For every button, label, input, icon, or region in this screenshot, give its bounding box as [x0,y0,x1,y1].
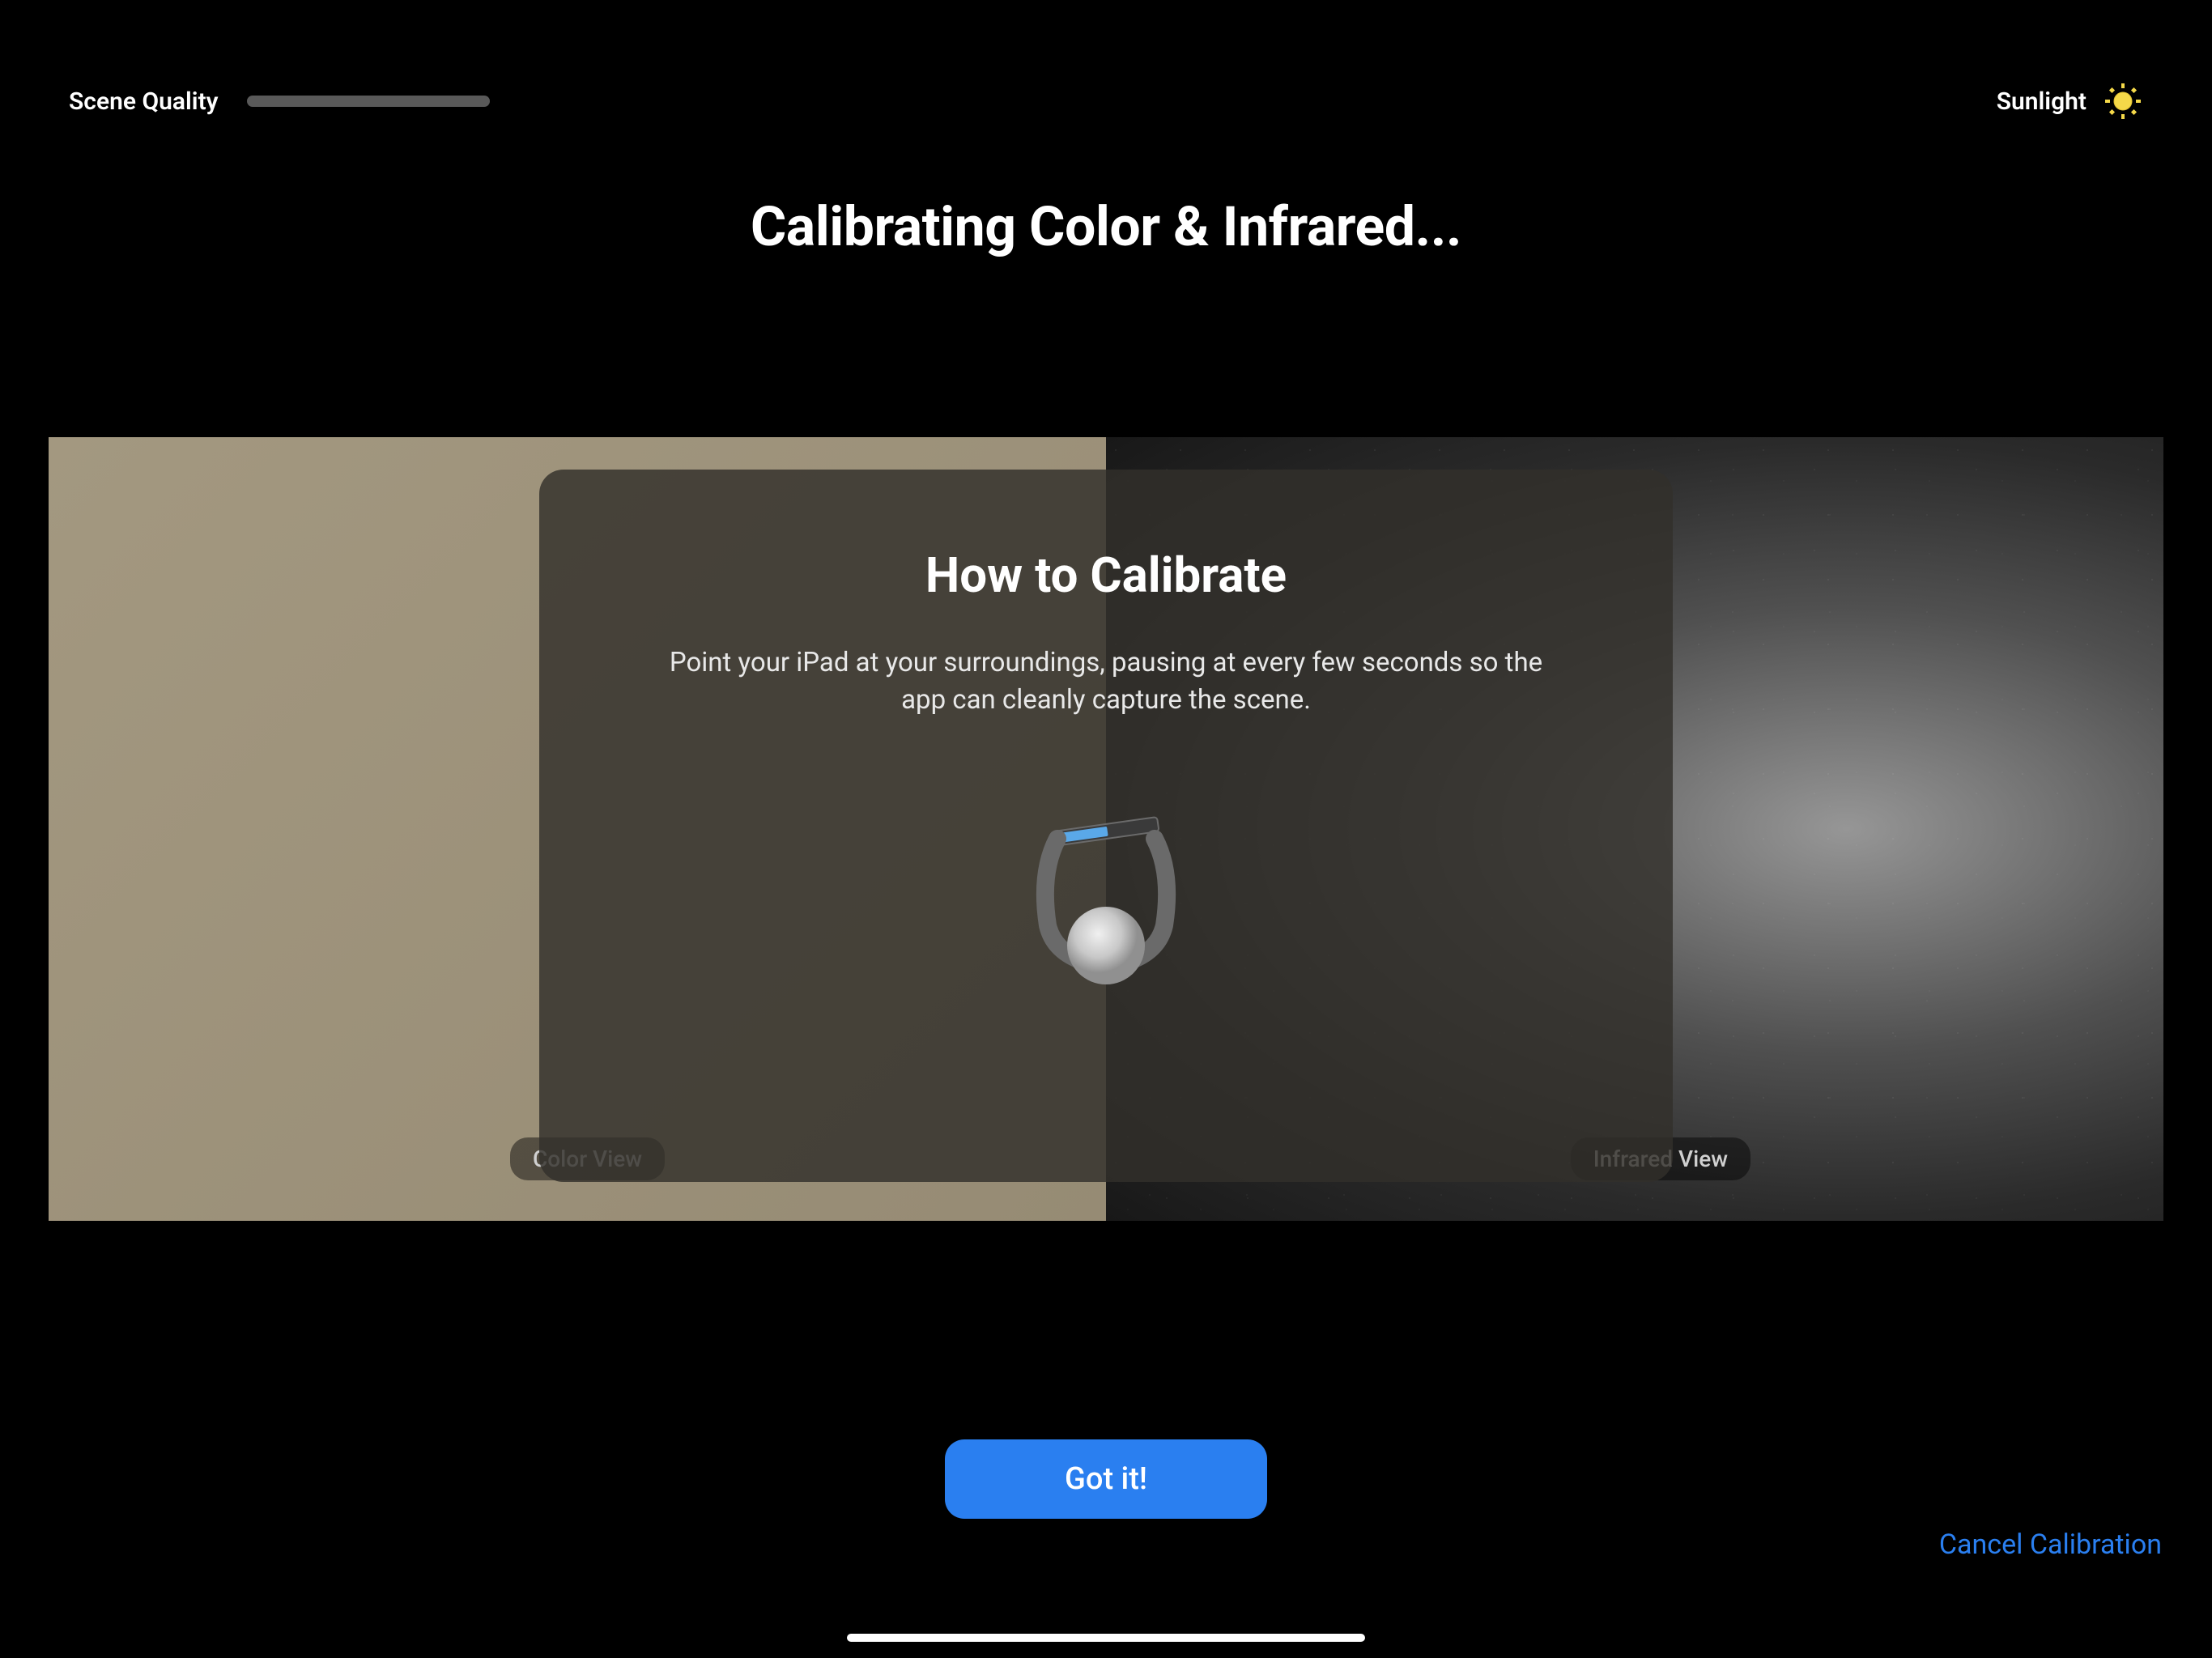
top-bar: Scene Quality Sunlight [0,81,2212,121]
scene-quality-label: Scene Quality [69,87,219,116]
page-title: Calibrating Color & Infrared... [0,194,2212,259]
calibration-modal: How to Calibrate Point your iPad at your… [539,470,1673,1182]
scene-quality-group: Scene Quality [69,87,490,116]
cancel-calibration-button[interactable]: Cancel Calibration [1939,1528,2162,1561]
sun-icon [2103,81,2143,121]
sunlight-group: Sunlight [1997,81,2143,121]
home-indicator[interactable] [847,1634,1365,1642]
ipad-hold-graphic [1025,808,1187,986]
modal-body: Point your iPad at your surroundings, pa… [669,644,1543,719]
modal-title: How to Calibrate [925,546,1287,604]
scene-quality-progress [247,96,490,107]
sunlight-label: Sunlight [1997,87,2087,116]
got-it-button[interactable]: Got it! [945,1439,1267,1519]
